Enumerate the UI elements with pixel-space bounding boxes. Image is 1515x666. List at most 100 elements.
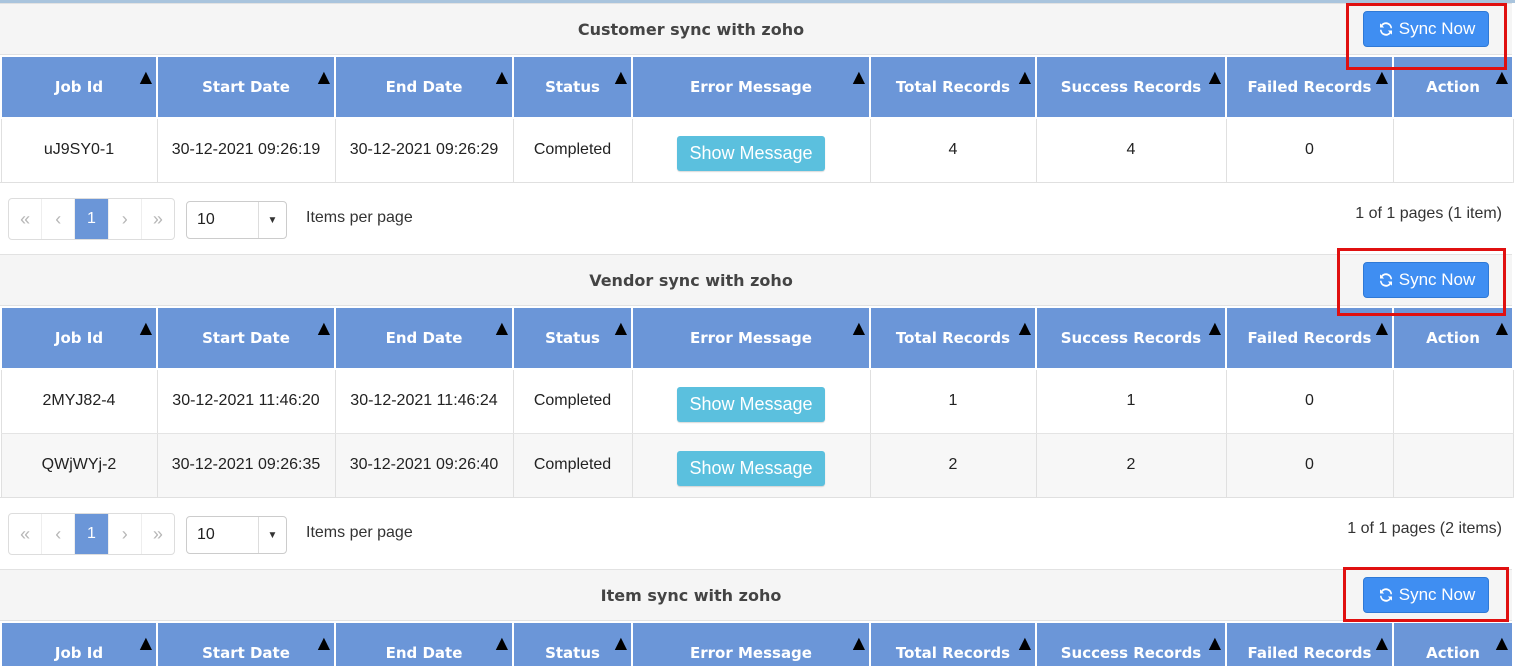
previous-page-icon[interactable]: ‹ [42, 514, 76, 554]
column-header-error-message[interactable]: Error Message ▲ [631, 55, 871, 119]
table-row: uJ9SY0-1 30-12-2021 09:26:19 30-12-2021 … [0, 118, 1514, 183]
column-header-failed-records[interactable]: Failed Records ▲ [1225, 55, 1394, 119]
column-header-action[interactable]: Action ▲ [1392, 306, 1514, 370]
error-message-cell: Show Message [631, 433, 871, 498]
sort-ascending-icon[interactable]: ▲ [853, 67, 865, 86]
sort-ascending-icon[interactable]: ▲ [496, 633, 508, 652]
column-header-success-records[interactable]: Success Records ▲ [1035, 55, 1227, 119]
column-header-failed-records[interactable]: Failed Records ▲ [1225, 306, 1394, 370]
section-title: Vendor sync with zoho [589, 271, 793, 290]
sort-ascending-icon[interactable]: ▲ [853, 318, 865, 337]
column-header-job-id[interactable]: Job Id ▲ [0, 306, 158, 370]
section-title: Customer sync with zoho [577, 20, 805, 39]
pagination-bar: « ‹ 1 › » 10 ▼ Items per page 1 of 1 pag… [0, 182, 1512, 252]
sort-ascending-icon[interactable]: ▲ [1019, 318, 1031, 337]
column-header-action[interactable]: Action ▲ [1392, 55, 1514, 119]
column-header-start-date[interactable]: Start Date ▲ [156, 306, 336, 370]
page-number-button[interactable]: 1 [75, 514, 109, 554]
page-size-select[interactable]: 10 ▼ [186, 516, 287, 554]
column-header-error-message[interactable]: Error Message ▲ [631, 621, 871, 666]
sort-ascending-icon[interactable]: ▲ [318, 318, 330, 337]
sort-ascending-icon[interactable]: ▲ [1496, 67, 1508, 86]
column-header-success-records[interactable]: Success Records ▲ [1035, 306, 1227, 370]
section-header: Customer sync with zoho Sync Now [0, 3, 1512, 55]
sort-ascending-icon[interactable]: ▲ [615, 318, 627, 337]
column-header-total-records[interactable]: Total Records ▲ [869, 306, 1037, 370]
column-header-start-date[interactable]: Start Date ▲ [156, 55, 336, 119]
sort-ascending-icon[interactable]: ▲ [1376, 318, 1388, 337]
table-header-row: Job Id ▲ Start Date ▲ End Date ▲ Status ▲ Er… [0, 621, 1514, 666]
sort-ascending-icon[interactable]: ▲ [1496, 318, 1508, 337]
last-page-icon[interactable]: » [142, 199, 174, 239]
column-header-status[interactable]: Status ▲ [512, 621, 633, 666]
column-header-job-id[interactable]: Job Id ▲ [0, 621, 158, 666]
column-header-end-date[interactable]: End Date ▲ [334, 55, 514, 119]
success-records-cell: 2 [1035, 433, 1227, 498]
status-cell: Completed [512, 433, 633, 498]
column-header-action[interactable]: Action ▲ [1392, 621, 1514, 666]
column-header-total-records[interactable]: Total Records ▲ [869, 55, 1037, 119]
sort-ascending-icon[interactable]: ▲ [1209, 67, 1221, 86]
sort-ascending-icon[interactable]: ▲ [140, 67, 152, 86]
total-records-cell: 1 [869, 369, 1037, 434]
sort-ascending-icon[interactable]: ▲ [1496, 633, 1508, 652]
sort-ascending-icon[interactable]: ▲ [318, 633, 330, 652]
items-per-page-label: Items per page [306, 524, 413, 541]
sort-ascending-icon[interactable]: ▲ [496, 318, 508, 337]
pager-buttons: « ‹ 1 › » [8, 198, 175, 240]
action-cell [1392, 369, 1514, 434]
success-records-cell: 4 [1035, 118, 1227, 183]
page-size-select[interactable]: 10 ▼ [186, 201, 287, 239]
next-page-icon[interactable]: › [109, 199, 142, 239]
sync-now-button[interactable]: Sync Now [1363, 262, 1489, 298]
sync-now-button[interactable]: Sync Now [1363, 577, 1489, 613]
pagination-bar: « ‹ 1 › » 10 ▼ Items per page 1 of 1 pag… [0, 497, 1512, 567]
sync-now-label: Sync Now [1398, 19, 1476, 38]
column-header-total-records[interactable]: Total Records ▲ [869, 621, 1037, 666]
column-header-end-date[interactable]: End Date ▲ [334, 306, 514, 370]
sort-ascending-icon[interactable]: ▲ [1019, 67, 1031, 86]
section-header: Item sync with zoho Sync Now [0, 569, 1512, 621]
chevron-down-icon[interactable]: ▼ [258, 517, 286, 553]
column-header-end-date[interactable]: End Date ▲ [334, 621, 514, 666]
column-header-job-id[interactable]: Job Id ▲ [0, 55, 158, 119]
sort-ascending-icon[interactable]: ▲ [1209, 318, 1221, 337]
show-message-button[interactable]: Show Message [677, 386, 825, 422]
sync-now-label: Sync Now [1398, 270, 1476, 289]
last-page-icon[interactable]: » [142, 514, 174, 554]
page-number-button[interactable]: 1 [75, 199, 109, 239]
column-header-error-message[interactable]: Error Message ▲ [631, 306, 871, 370]
first-page-icon[interactable]: « [9, 199, 43, 239]
end-date-cell: 30-12-2021 09:26:29 [334, 118, 514, 183]
sort-ascending-icon[interactable]: ▲ [496, 67, 508, 86]
sort-ascending-icon[interactable]: ▲ [1019, 633, 1031, 652]
show-message-button[interactable]: Show Message [677, 450, 825, 486]
first-page-icon[interactable]: « [9, 514, 43, 554]
chevron-down-icon[interactable]: ▼ [258, 202, 286, 238]
sort-ascending-icon[interactable]: ▲ [140, 318, 152, 337]
sort-ascending-icon[interactable]: ▲ [615, 633, 627, 652]
column-header-success-records[interactable]: Success Records ▲ [1035, 621, 1227, 666]
column-header-start-date[interactable]: Start Date ▲ [156, 621, 336, 666]
sort-ascending-icon[interactable]: ▲ [615, 67, 627, 86]
items-per-page-label: Items per page [306, 209, 413, 226]
sort-ascending-icon[interactable]: ▲ [853, 633, 865, 652]
end-date-cell: 30-12-2021 11:46:24 [334, 369, 514, 434]
column-header-status[interactable]: Status ▲ [512, 306, 633, 370]
column-header-status[interactable]: Status ▲ [512, 55, 633, 119]
show-message-button[interactable]: Show Message [677, 135, 825, 171]
sort-ascending-icon[interactable]: ▲ [1376, 633, 1388, 652]
job-id-cell: uJ9SY0-1 [0, 118, 158, 183]
sort-ascending-icon[interactable]: ▲ [318, 67, 330, 86]
sync-now-button[interactable]: Sync Now [1363, 11, 1489, 47]
sort-ascending-icon[interactable]: ▲ [1209, 633, 1221, 652]
previous-page-icon[interactable]: ‹ [42, 199, 76, 239]
next-page-icon[interactable]: › [109, 514, 142, 554]
column-header-failed-records[interactable]: Failed Records ▲ [1225, 621, 1394, 666]
sort-ascending-icon[interactable]: ▲ [1376, 67, 1388, 86]
failed-records-cell: 0 [1225, 118, 1394, 183]
sort-ascending-icon[interactable]: ▲ [140, 633, 152, 652]
refresh-icon [1379, 22, 1392, 36]
start-date-cell: 30-12-2021 11:46:20 [156, 369, 336, 434]
error-message-cell: Show Message [631, 118, 871, 183]
